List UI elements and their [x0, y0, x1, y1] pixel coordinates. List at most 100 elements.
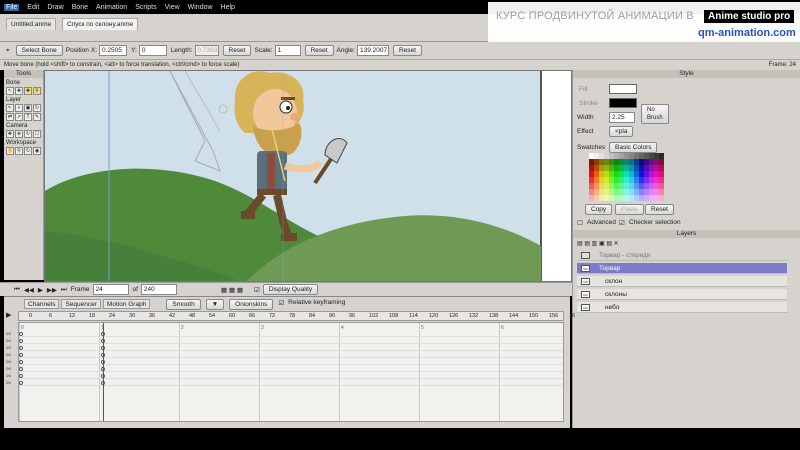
width-input[interactable]: 2.25 [609, 112, 635, 123]
color-swatch[interactable] [644, 195, 649, 201]
color-swatch[interactable] [649, 177, 654, 183]
translate-bone-tool-icon[interactable]: ✥ [15, 87, 23, 95]
view-mode-icons[interactable]: ▦ ▦ ▦ [221, 286, 243, 294]
fast-forward-icon[interactable]: ⏭ [61, 286, 67, 294]
color-swatch[interactable] [594, 195, 599, 201]
color-swatch[interactable] [599, 189, 604, 195]
camera-zoom-tool-icon[interactable]: ⊕ [15, 130, 23, 138]
color-swatch[interactable] [634, 159, 639, 165]
color-swatch[interactable] [649, 189, 654, 195]
color-swatch[interactable] [639, 195, 644, 201]
color-swatch[interactable] [619, 183, 624, 189]
color-swatch[interactable] [654, 183, 659, 189]
color-swatch[interactable] [619, 171, 624, 177]
color-swatch[interactable] [609, 183, 614, 189]
tab-motion-graph[interactable]: Motion Graph [102, 299, 151, 309]
color-swatch[interactable] [634, 189, 639, 195]
menu-edit[interactable]: Edit [27, 4, 39, 11]
color-swatch[interactable] [634, 165, 639, 171]
layer-row[interactable]: Торвар - стереди [577, 250, 787, 261]
total-frames-input[interactable]: 240 [140, 284, 177, 295]
keyframe[interactable] [19, 367, 23, 371]
color-swatch[interactable] [644, 183, 649, 189]
color-swatch[interactable] [639, 183, 644, 189]
color-swatch[interactable] [624, 183, 629, 189]
color-swatch[interactable] [659, 153, 664, 159]
keyframe[interactable] [19, 332, 23, 336]
color-swatch[interactable] [594, 189, 599, 195]
layer-toolbar-icons[interactable]: ▤ ▤ ▥ ▣ ▤ ✕ [577, 240, 619, 247]
menu-bone[interactable]: Bone [72, 4, 88, 11]
menu-scripts[interactable]: Scripts [135, 4, 156, 11]
color-swatch[interactable] [619, 159, 624, 165]
color-swatch[interactable] [614, 159, 619, 165]
color-swatch[interactable] [604, 159, 609, 165]
select-bone-tool-icon[interactable]: ↖ [6, 87, 14, 95]
color-swatch[interactable] [614, 189, 619, 195]
swatches-dropdown[interactable]: Basic Colors [609, 142, 658, 153]
effect-dropdown[interactable]: <pla [609, 126, 634, 137]
reset-style-button[interactable]: Reset [645, 204, 674, 215]
camera-pan-tool-icon[interactable]: ☐ [33, 130, 41, 138]
color-swatch[interactable] [594, 177, 599, 183]
color-swatch[interactable] [619, 195, 624, 201]
color-swatch[interactable] [629, 165, 634, 171]
color-swatch[interactable] [604, 153, 609, 159]
color-swatch[interactable] [654, 159, 659, 165]
color-swatch[interactable] [594, 171, 599, 177]
color-swatch[interactable] [589, 189, 594, 195]
reset-scale-button[interactable]: Reset [304, 45, 334, 56]
workspace-zoom-tool-icon[interactable]: ⚲ [15, 147, 23, 155]
layer-visibility-icon[interactable]: oo [581, 265, 590, 272]
play-timeline-icon[interactable]: ▶ [6, 311, 11, 319]
flip-layer-tool-icon[interactable]: ⇄ [6, 113, 14, 121]
color-swatch[interactable] [599, 165, 604, 171]
color-swatch[interactable] [604, 183, 609, 189]
color-swatch[interactable] [604, 165, 609, 171]
workspace-rotate-tool-icon[interactable]: ↻ [24, 147, 32, 155]
color-swatch[interactable] [649, 165, 654, 171]
workspace-orbit-tool-icon[interactable]: ◉ [33, 147, 41, 155]
color-swatch[interactable] [654, 195, 659, 201]
color-swatch[interactable] [654, 177, 659, 183]
color-swatch[interactable] [634, 183, 639, 189]
color-swatch[interactable] [639, 177, 644, 183]
playhead[interactable] [103, 323, 104, 421]
no-brush-button[interactable]: No Brush [641, 104, 669, 124]
scale-layer-tool-icon[interactable]: ▣ [24, 104, 32, 112]
tab-untitled[interactable]: Untitled.anme [6, 18, 57, 30]
color-swatch[interactable] [594, 165, 599, 171]
color-swatch[interactable] [599, 195, 604, 201]
keyframe[interactable] [19, 346, 23, 350]
color-swatch[interactable] [614, 153, 619, 159]
color-swatch[interactable] [594, 159, 599, 165]
color-swatch[interactable] [644, 171, 649, 177]
color-swatch[interactable] [649, 171, 654, 177]
color-swatch[interactable] [624, 153, 629, 159]
tab-channels[interactable]: Channels [24, 299, 60, 309]
color-swatch[interactable] [619, 189, 624, 195]
color-swatch[interactable] [589, 153, 594, 159]
color-swatch[interactable] [614, 183, 619, 189]
color-swatch[interactable] [639, 159, 644, 165]
advanced-checkbox[interactable]: ☐ [577, 219, 583, 227]
color-swatch[interactable] [599, 177, 604, 183]
scale-input[interactable]: 1 [274, 45, 301, 56]
color-swatch[interactable] [609, 195, 614, 201]
keyframe[interactable] [19, 360, 23, 364]
color-swatch[interactable] [629, 189, 634, 195]
color-swatch[interactable] [614, 177, 619, 183]
color-swatch[interactable] [659, 189, 664, 195]
color-swatch[interactable] [609, 165, 614, 171]
color-swatch[interactable] [649, 183, 654, 189]
color-swatch[interactable] [649, 159, 654, 165]
color-swatch[interactable] [624, 195, 629, 201]
workspace-pan-tool-icon[interactable]: ✋ [6, 147, 14, 155]
camera-roll-tool-icon[interactable]: ↻ [24, 130, 32, 138]
timeline-grid[interactable]: 0123456 [18, 322, 564, 422]
color-swatch[interactable] [589, 159, 594, 165]
play-icon[interactable]: ▶ [38, 286, 43, 294]
color-swatch[interactable] [589, 183, 594, 189]
step-back-icon[interactable]: ◀◀ [24, 286, 34, 294]
keyframe[interactable] [19, 374, 23, 378]
